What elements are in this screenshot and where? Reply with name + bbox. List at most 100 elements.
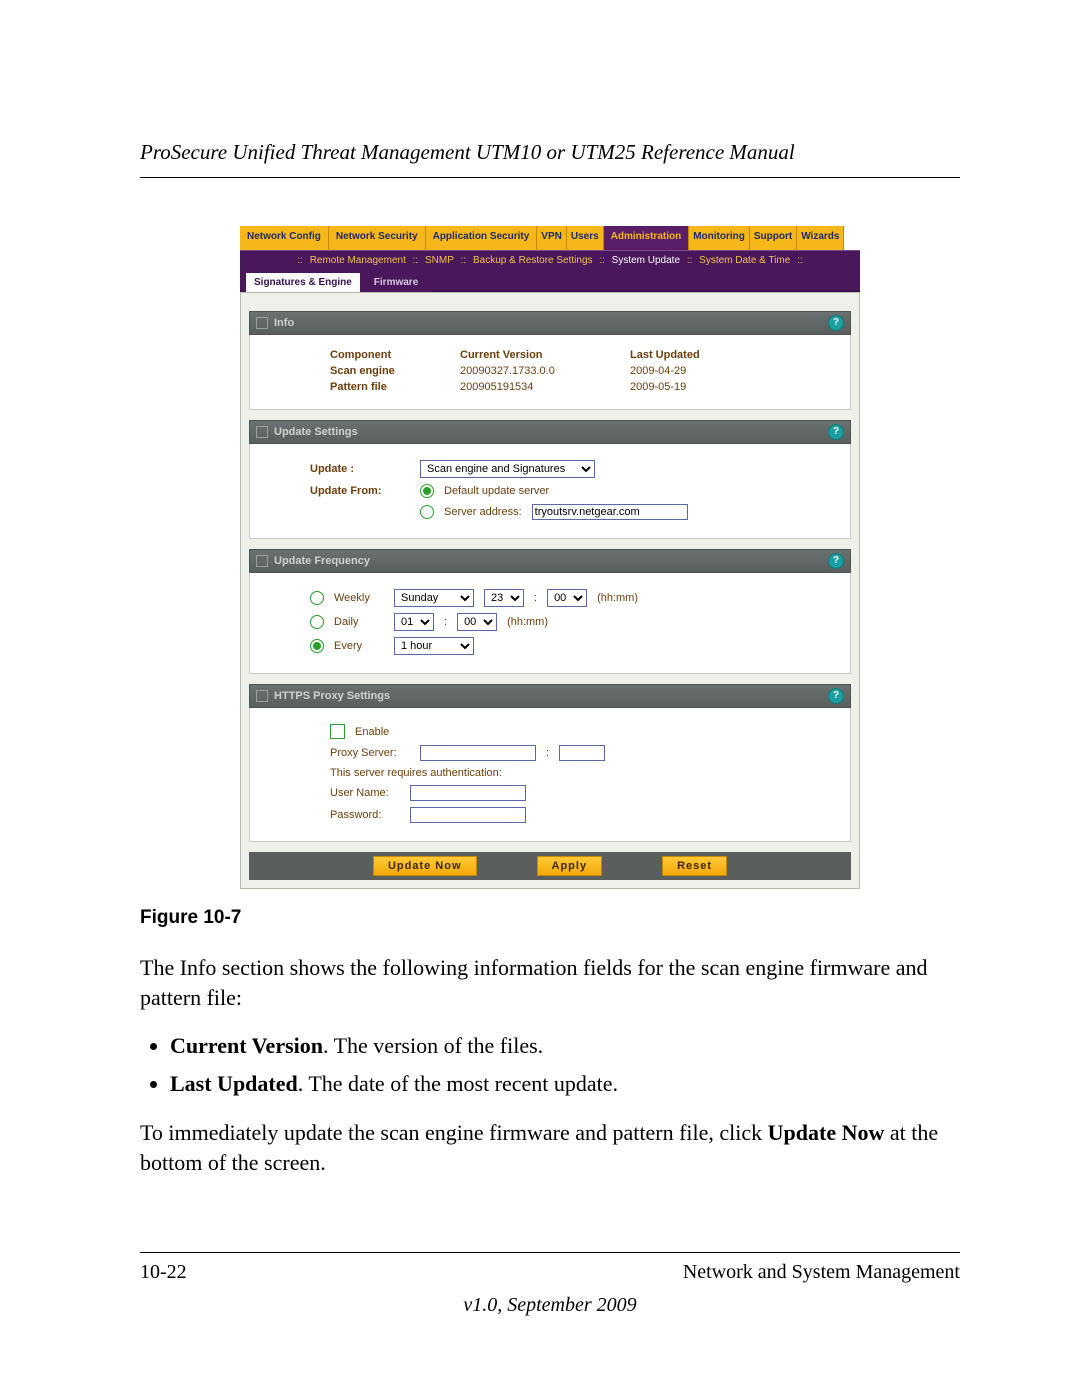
expand-icon (256, 317, 268, 329)
apply-button[interactable]: Apply (537, 856, 603, 876)
term: Last Updated (170, 1071, 298, 1096)
nav-label: Network Config (247, 231, 321, 242)
tab-firmware[interactable]: Firmware (366, 273, 426, 292)
update-now-button[interactable]: Update Now (373, 856, 477, 876)
subnav-system-update[interactable]: System Update (612, 255, 680, 266)
term: Current Version (170, 1033, 323, 1058)
username-input[interactable] (410, 785, 526, 801)
nav-network-security[interactable]: Network Security (329, 226, 426, 250)
help-icon[interactable]: ? (828, 424, 844, 440)
subnav-remote-management[interactable]: Remote Management (310, 255, 406, 266)
label-proxy-server: Proxy Server: (330, 747, 410, 759)
section-title: Update Settings (274, 426, 358, 438)
doc-version: v1.0, September 2009 (140, 1294, 960, 1317)
nav-monitoring[interactable]: Monitoring (689, 226, 750, 250)
page-number: 10-22 (140, 1261, 187, 1284)
section-update-settings: Update Settings? Update : Scan engine an… (249, 420, 851, 539)
label-auth: This server requires authentication: (330, 767, 502, 779)
label-enable: Enable (355, 726, 389, 738)
expand-icon (256, 690, 268, 702)
radio-weekly[interactable] (310, 591, 324, 605)
nav-label: Application Security (433, 231, 530, 242)
colon: : (534, 592, 537, 604)
primary-nav: Network Config Network Security Applicat… (240, 226, 860, 250)
nav-administration[interactable]: Administration (604, 226, 690, 250)
hhmm-hint: (hh:mm) (507, 616, 548, 628)
paragraph: The Info section shows the following inf… (140, 953, 960, 1012)
weekly-min-select[interactable]: 00 (547, 589, 587, 607)
col-current-version: Current Version (460, 349, 630, 361)
cell: 2009-04-29 (630, 365, 770, 377)
text: To immediately update the scan engine fi… (140, 1120, 768, 1145)
nav-label: Administration (611, 231, 682, 242)
tertiary-tabs: Signatures & Engine Firmware (240, 270, 860, 292)
hhmm-hint: (hh:mm) (597, 592, 638, 604)
nav-label: Network Security (336, 231, 418, 242)
expand-icon (256, 426, 268, 438)
nav-label: Support (754, 231, 792, 242)
label-username: User Name: (330, 787, 400, 799)
running-header: ProSecure Unified Threat Management UTM1… (140, 140, 960, 165)
nav-label: Monitoring (693, 231, 745, 242)
reset-button[interactable]: Reset (662, 856, 727, 876)
nav-network-config[interactable]: Network Config (240, 226, 329, 250)
opt-server-address: Server address: (444, 506, 522, 518)
cell: 200905191534 (460, 381, 630, 393)
nav-application-security[interactable]: Application Security (426, 226, 538, 250)
cell: Scan engine (330, 365, 460, 377)
daily-min-select[interactable]: 00 (457, 613, 497, 631)
help-icon[interactable]: ? (828, 553, 844, 569)
expand-icon (256, 555, 268, 567)
every-interval-select[interactable]: 1 hour (394, 637, 474, 655)
bullet-list: Current Version. The version of the file… (140, 1030, 960, 1100)
page-footer: 10-22 Network and System Management v1.0… (140, 1252, 960, 1317)
radio-default-server[interactable] (420, 484, 434, 498)
label-weekly: Weekly (334, 592, 384, 604)
section-title: HTTPS Proxy Settings (274, 690, 390, 702)
label-daily: Daily (334, 616, 384, 628)
header-rule (140, 177, 960, 178)
nav-support[interactable]: Support (750, 226, 797, 250)
colon: : (444, 616, 447, 628)
figure-caption: Figure 10-7 (140, 907, 960, 929)
col-component: Component (330, 349, 460, 361)
subnav-backup-restore[interactable]: Backup & Restore Settings (473, 255, 593, 266)
nav-label: VPN (541, 231, 562, 242)
radio-daily[interactable] (310, 615, 324, 629)
nav-wizards[interactable]: Wizards (797, 226, 844, 250)
help-icon[interactable]: ? (828, 315, 844, 331)
tab-signatures-engine[interactable]: Signatures & Engine (246, 273, 360, 292)
weekly-day-select[interactable]: Sunday (394, 589, 474, 607)
subnav-snmp[interactable]: SNMP (425, 255, 454, 266)
text: . The date of the most recent update. (298, 1071, 618, 1096)
text-bold: Update Now (768, 1120, 885, 1145)
colon: : (546, 747, 549, 759)
section-https-proxy: HTTPS Proxy Settings? Enable Proxy Serve… (249, 684, 851, 842)
help-icon[interactable]: ? (828, 688, 844, 704)
proxy-port-input[interactable] (559, 745, 605, 761)
nav-label: Users (571, 231, 599, 242)
nav-vpn[interactable]: VPN (537, 226, 567, 250)
password-input[interactable] (410, 807, 526, 823)
figure-screenshot: Network Config Network Security Applicat… (140, 226, 960, 889)
radio-server-address[interactable] (420, 505, 434, 519)
paragraph: To immediately update the scan engine fi… (140, 1118, 960, 1177)
chapter-name: Network and System Management (683, 1261, 960, 1284)
proxy-host-input[interactable] (420, 745, 536, 761)
list-item: Last Updated. The date of the most recen… (170, 1068, 960, 1100)
checkbox-enable-proxy[interactable] (330, 724, 345, 739)
opt-default-server: Default update server (444, 485, 549, 497)
cell: Pattern file (330, 381, 460, 393)
radio-every[interactable] (310, 639, 324, 653)
text: . The version of the files. (323, 1033, 543, 1058)
label-update: Update : (310, 463, 410, 475)
subnav-system-date-time[interactable]: System Date & Time (699, 255, 790, 266)
nav-users[interactable]: Users (567, 226, 604, 250)
weekly-hour-select[interactable]: 23 (484, 589, 524, 607)
server-address-input[interactable] (532, 504, 688, 520)
list-item: Current Version. The version of the file… (170, 1030, 960, 1062)
label-password: Password: (330, 809, 400, 821)
daily-hour-select[interactable]: 01 (394, 613, 434, 631)
update-select[interactable]: Scan engine and Signatures (420, 460, 595, 478)
section-title: Update Frequency (274, 555, 370, 567)
